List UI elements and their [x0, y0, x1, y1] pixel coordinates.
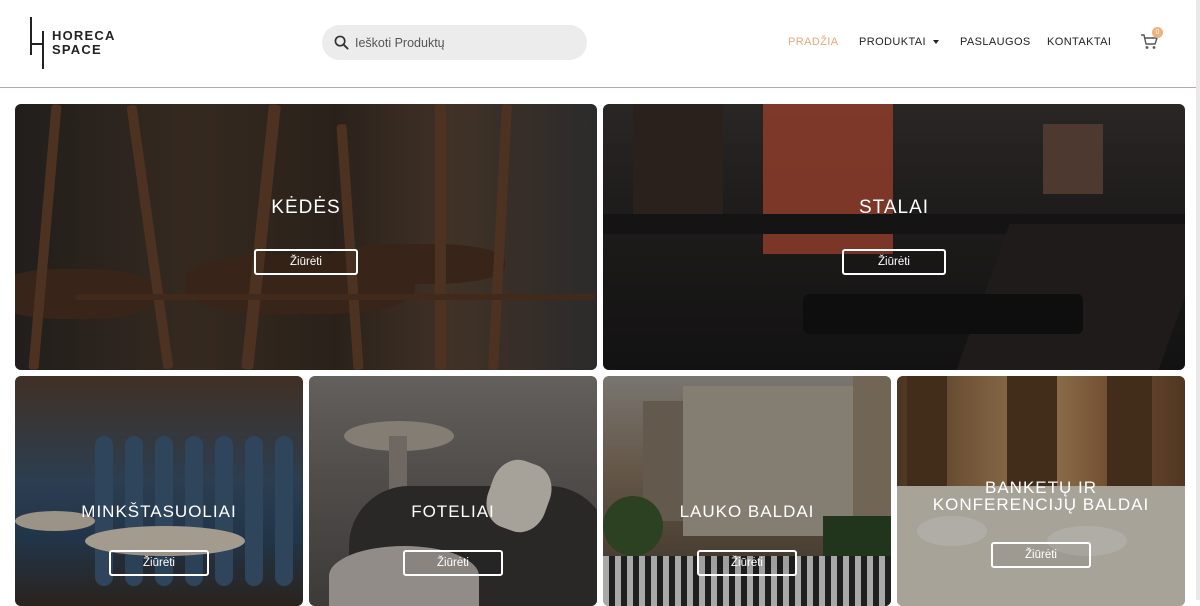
cart-button[interactable]: 0 [1140, 27, 1163, 53]
view-armchairs-button[interactable]: Žiūrėti [403, 550, 503, 576]
category-tile-chairs[interactable]: KĖDĖS Žiūrėti [15, 104, 597, 370]
brand-line2: SPACE [52, 42, 102, 57]
tile-title-tables: STALAI [858, 197, 930, 218]
nav-item-home[interactable]: PRADŽIA [788, 36, 838, 48]
site-header: HORECA SPACE PRADŽIA PRODUKTAI PASLAUGOS… [0, 0, 1200, 88]
nav-item-services[interactable]: PASLAUGOS [960, 36, 1031, 48]
view-outdoor-button[interactable]: Žiūrėti [697, 550, 797, 576]
tile-overlay [15, 104, 597, 370]
search-icon[interactable] [334, 35, 349, 50]
category-tile-banquet[interactable]: BANKETŲ IR KONFERENCIJŲ BALDAI Žiūrėti [897, 376, 1185, 606]
category-tile-sofas[interactable]: MINKŠTASUOLIAI Žiūrėti [15, 376, 303, 606]
search-input[interactable] [355, 25, 575, 60]
logo-mark [30, 17, 32, 55]
category-tile-tables[interactable]: STALAI Žiūrėti [603, 104, 1185, 370]
tile-title-banquet: BANKETŲ IR KONFERENCIJŲ BALDAI [932, 478, 1150, 514]
view-chairs-button[interactable]: Žiūrėti [254, 249, 358, 275]
nav-item-contacts[interactable]: KONTAKTAI [1047, 36, 1111, 48]
tile-title-armchairs: FOTELIAI [411, 502, 495, 521]
tile-title-sofas: MINKŠTASUOLIAI [81, 502, 237, 521]
tile-overlay [603, 104, 1185, 370]
logo-mark-crossbar [30, 43, 44, 45]
view-sofas-button[interactable]: Žiūrėti [109, 550, 209, 576]
tile-title-chairs: KĖDĖS [271, 197, 341, 218]
nav-item-products-label: PRODUKTAI [859, 36, 926, 48]
tile-title-outdoor: LAUKO BALDAI [679, 502, 815, 521]
view-banquet-button[interactable]: Žiūrėti [991, 542, 1091, 568]
view-tables-button[interactable]: Žiūrėti [842, 249, 946, 275]
category-tile-armchairs[interactable]: FOTELIAI Žiūrėti [309, 376, 597, 606]
chevron-down-icon [932, 40, 939, 45]
brand-name: HORECA SPACE [52, 29, 116, 57]
search-bar[interactable] [322, 25, 587, 60]
logo-mark-bar [42, 31, 44, 69]
cart-count-badge: 0 [1152, 27, 1163, 38]
brand-line1: HORECA [52, 28, 116, 43]
nav-item-products[interactable]: PRODUKTAI [859, 36, 939, 48]
scrollbar[interactable] [1196, 0, 1200, 600]
brand-logo[interactable]: HORECA SPACE [30, 17, 130, 69]
category-tile-outdoor[interactable]: LAUKO BALDAI Žiūrėti [603, 376, 891, 606]
